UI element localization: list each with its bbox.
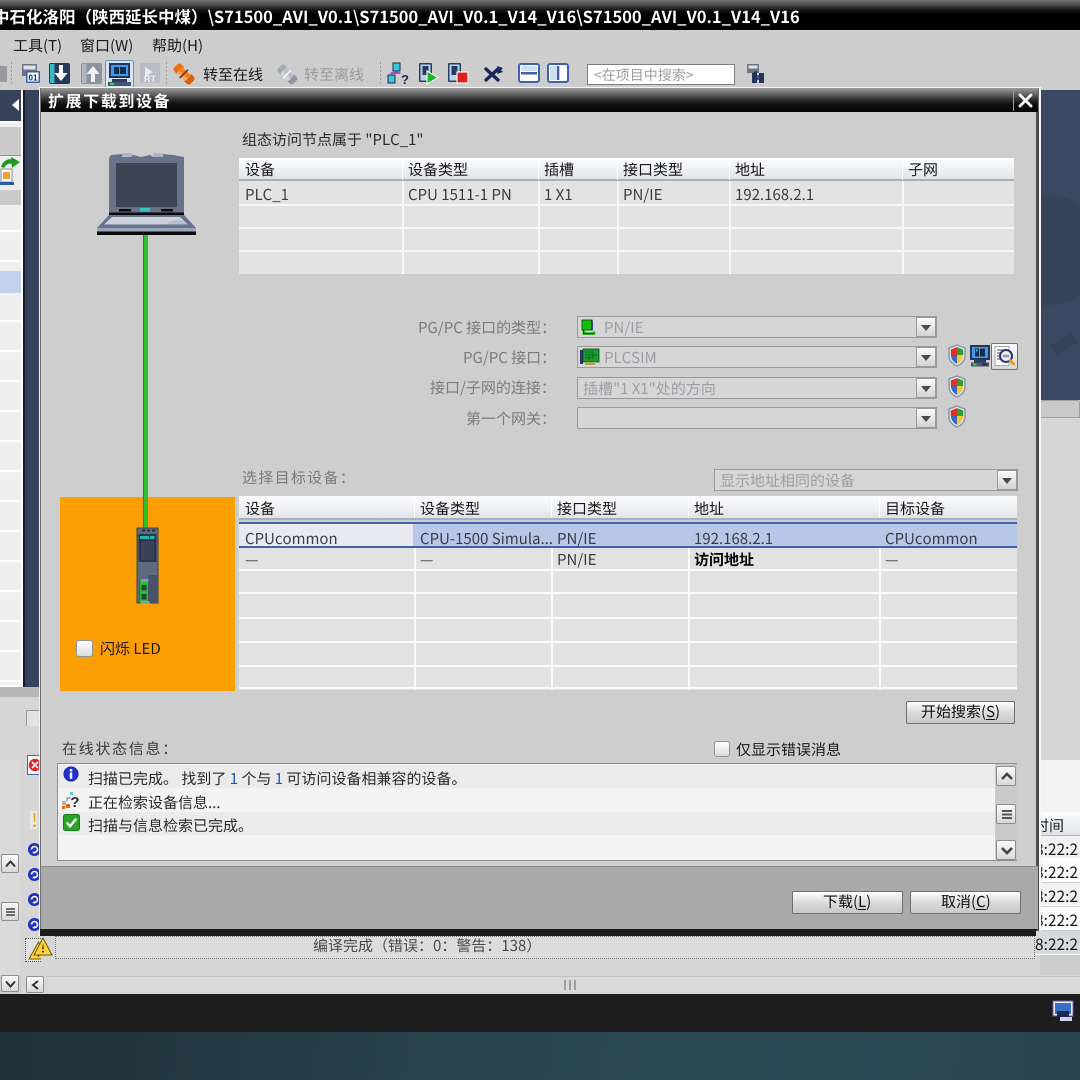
svg-text:?: ? xyxy=(70,794,79,810)
svg-text:01: 01 xyxy=(29,74,38,83)
svg-text:?: ? xyxy=(401,72,409,87)
svg-text:RT: RT xyxy=(144,74,156,84)
